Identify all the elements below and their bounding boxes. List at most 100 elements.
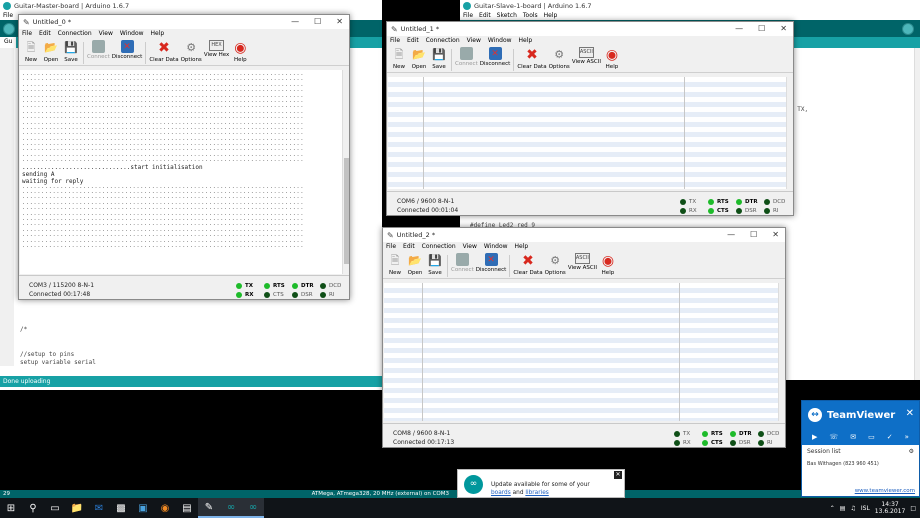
coolterm-2-titlebar[interactable]: ✎ Untitled_2 * — ☐ ✕ — [383, 228, 785, 242]
photos-icon[interactable]: ▩ — [110, 498, 132, 518]
help-button[interactable]: ◉ Help — [231, 40, 249, 63]
close-notification-icon[interactable]: ✕ — [614, 471, 622, 479]
expand-icon[interactable]: » — [905, 433, 909, 441]
arduino-slave-titlebar[interactable]: Guitar-Slave-1-board | Arduino 1.6.7 — [460, 0, 920, 11]
options-button[interactable]: ⚙ Options — [549, 47, 570, 70]
outlook-icon[interactable]: ✉ — [88, 498, 110, 518]
disconnect-button[interactable]: ✕ Disconnect — [112, 40, 142, 60]
menu-file[interactable]: File — [463, 12, 473, 19]
hex-scrollbar[interactable] — [778, 283, 785, 421]
start-icon[interactable]: ⊞ — [0, 498, 22, 518]
menu-connection[interactable]: Connection — [422, 243, 456, 250]
coolterm-0-titlebar[interactable]: ✎ Untitled_0 * — ☐ ✕ — [19, 15, 349, 29]
open-button[interactable]: 📂 Open — [406, 253, 424, 276]
help-button[interactable]: ◉ Help — [599, 253, 617, 276]
app-icon[interactable]: ▤ — [176, 498, 198, 518]
connect-button[interactable]: Connect — [87, 40, 110, 60]
firefox-icon[interactable]: ◉ — [154, 498, 176, 518]
view-ascii-button[interactable]: ASCII View ASCII — [568, 253, 597, 271]
save-button[interactable]: 💾 Save — [426, 253, 444, 276]
options-button[interactable]: ⚙ Options — [181, 40, 202, 63]
hex-view-area[interactable] — [384, 283, 785, 421]
hex-scrollbar[interactable] — [786, 77, 793, 189]
minimize-icon[interactable]: — — [291, 17, 299, 26]
scrollbar-thumb[interactable] — [344, 158, 349, 264]
minimize-icon[interactable]: — — [727, 230, 735, 239]
disconnect-button[interactable]: ✕ Disconnect — [476, 253, 506, 273]
connect-button[interactable]: Connect — [455, 47, 478, 67]
maximize-icon[interactable]: ☐ — [314, 17, 321, 26]
save-button[interactable]: 💾 Save — [430, 47, 448, 70]
menu-help[interactable]: Help — [151, 30, 165, 37]
menu-file[interactable]: File — [3, 12, 13, 19]
menu-edit[interactable]: Edit — [479, 12, 491, 19]
clock[interactable]: 14:37 13.6.2017 — [875, 501, 906, 515]
session-list-header[interactable]: Session list ⚙ — [802, 445, 919, 458]
boards-link[interactable]: boards — [491, 490, 511, 496]
notifications-icon[interactable]: □ — [910, 505, 916, 512]
menu-sketch[interactable]: Sketch — [497, 12, 517, 19]
arduino-taskbar-icon[interactable]: ∞ — [242, 498, 264, 518]
maximize-icon[interactable]: ☐ — [758, 24, 765, 33]
new-button[interactable]: 🗎 New — [390, 47, 408, 70]
menu-tools[interactable]: Tools — [523, 12, 538, 19]
libraries-link[interactable]: libraries — [525, 490, 548, 496]
terminal-scrollbar[interactable] — [342, 70, 349, 274]
clear-data-button[interactable]: ✖ Clear Data — [517, 47, 546, 70]
menu-edit[interactable]: Edit — [39, 30, 51, 37]
video-icon[interactable]: ▶ — [812, 433, 817, 441]
clear-data-button[interactable]: ✖ Clear Data — [149, 40, 178, 63]
open-button[interactable]: 📂 Open — [42, 40, 60, 63]
clear-data-button[interactable]: ✖ Clear Data — [513, 253, 542, 276]
close-icon[interactable]: ✕ — [772, 230, 779, 239]
chat-icon[interactable]: ✉ — [850, 433, 856, 441]
save-button[interactable]: 💾 Save — [62, 40, 80, 63]
maximize-icon[interactable]: ☐ — [750, 230, 757, 239]
view-ascii-button[interactable]: ASCII View ASCII — [572, 47, 601, 65]
arduino-taskbar-icon[interactable]: ∞ — [220, 498, 242, 518]
menu-window[interactable]: Window — [484, 243, 508, 250]
file-explorer-icon[interactable]: 📁 — [66, 498, 88, 518]
app-icon[interactable]: ▣ — [132, 498, 154, 518]
new-button[interactable]: 🗎 New — [22, 40, 40, 63]
disconnect-button[interactable]: ✕ Disconnect — [480, 47, 510, 67]
network-icon[interactable]: ▤ — [840, 505, 846, 512]
volume-icon[interactable]: ♫ — [850, 505, 855, 512]
coolterm-1-titlebar[interactable]: ✎ Untitled_1 * — ☐ ✕ — [387, 22, 793, 36]
tray-up-icon[interactable]: ⌃ — [830, 505, 835, 512]
connect-button[interactable]: Connect — [451, 253, 474, 273]
session-item[interactable]: Bas Withagen (823 960 451) — [802, 458, 919, 470]
headset-icon[interactable]: ☏ — [829, 433, 838, 441]
menu-view[interactable]: View — [467, 37, 481, 44]
menu-file[interactable]: File — [386, 243, 396, 250]
menu-view[interactable]: View — [99, 30, 113, 37]
verify-icon[interactable] — [3, 22, 15, 35]
files-icon[interactable]: ▭ — [868, 433, 875, 441]
sketch-tab[interactable]: Gu — [0, 37, 17, 48]
new-button[interactable]: 🗎 New — [386, 253, 404, 276]
menu-edit[interactable]: Edit — [407, 37, 419, 44]
help-button[interactable]: ◉ Help — [603, 47, 621, 70]
menu-window[interactable]: Window — [488, 37, 512, 44]
menu-connection[interactable]: Connection — [426, 37, 460, 44]
menu-file[interactable]: File — [390, 37, 400, 44]
menu-connection[interactable]: Connection — [58, 30, 92, 37]
input-language[interactable]: ISL — [861, 505, 870, 512]
minimize-icon[interactable]: — — [735, 24, 743, 33]
menu-file[interactable]: File — [22, 30, 32, 37]
task-view-icon[interactable]: ▭ — [44, 498, 66, 518]
teamviewer-website-link[interactable]: www.teamviewer.com — [855, 488, 915, 494]
menu-help[interactable]: Help — [515, 243, 529, 250]
menu-help[interactable]: Help — [519, 37, 533, 44]
view-hex-button[interactable]: HEX View Hex — [204, 40, 229, 58]
coolterm-taskbar-icon[interactable]: ✎ — [198, 498, 220, 518]
menu-view[interactable]: View — [463, 243, 477, 250]
options-button[interactable]: ⚙ Options — [545, 253, 566, 276]
menu-help[interactable]: Help — [544, 12, 558, 19]
open-button[interactable]: 📂 Open — [410, 47, 428, 70]
arduino-master-titlebar[interactable]: Guitar-Master-board | Arduino 1.6.7 — [0, 0, 382, 11]
close-icon[interactable]: ✕ — [336, 17, 343, 26]
menu-edit[interactable]: Edit — [403, 243, 415, 250]
search-icon[interactable]: ⚲ — [22, 498, 44, 518]
close-icon[interactable]: ✕ — [906, 408, 914, 419]
